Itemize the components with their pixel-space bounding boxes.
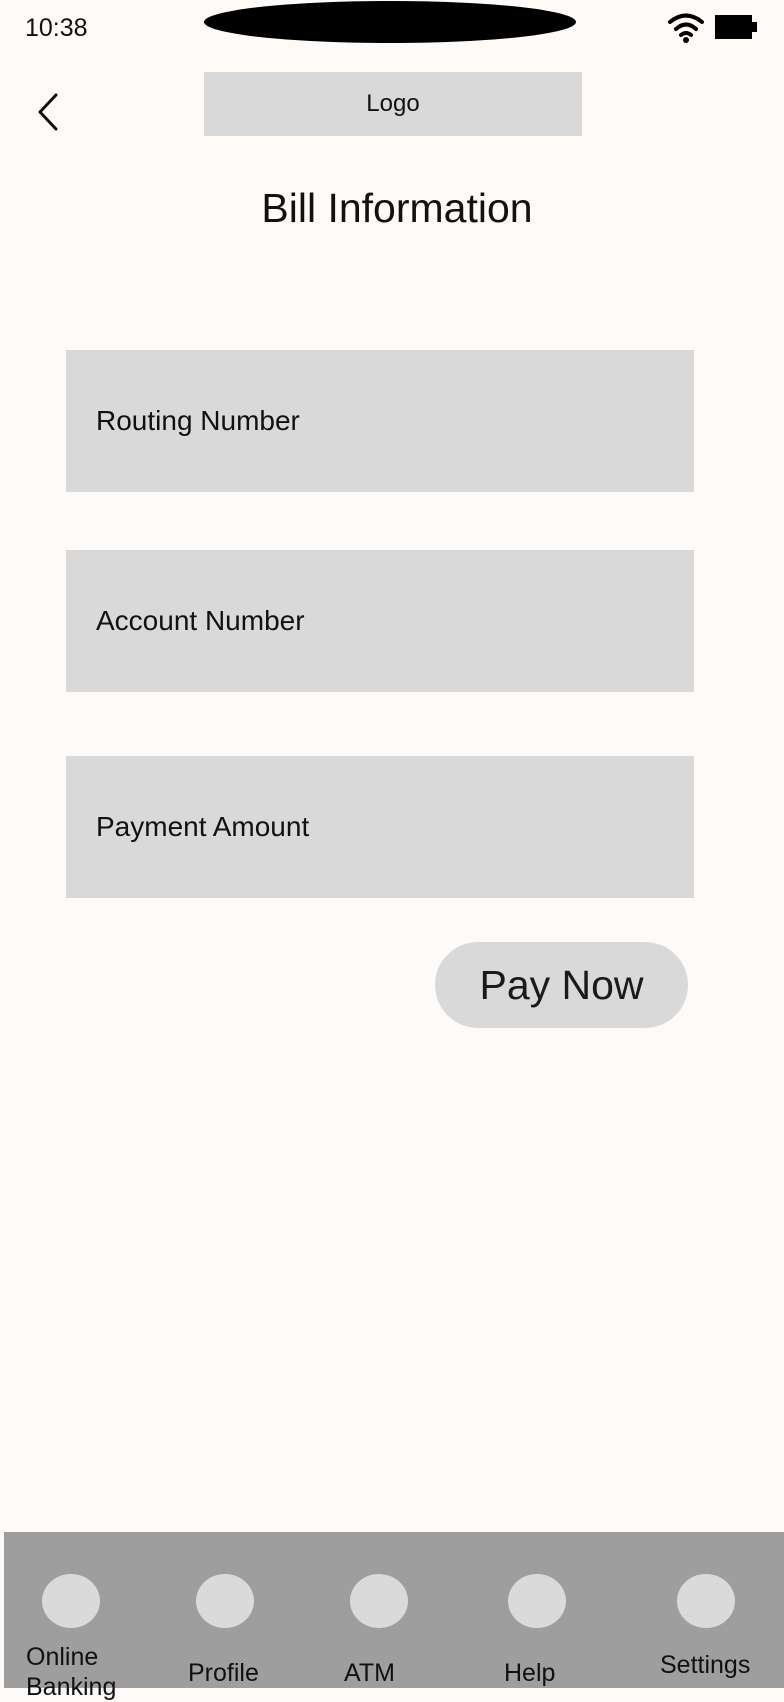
status-time: 10:38: [25, 14, 88, 42]
page-title: Bill Information: [261, 185, 533, 231]
nav-item-help[interactable]: Help: [496, 1532, 596, 1688]
nav-item-profile[interactable]: Profile: [184, 1532, 304, 1688]
wifi-icon: [668, 13, 704, 43]
atm-icon: [350, 1574, 408, 1628]
nav-item-atm[interactable]: ATM: [338, 1532, 438, 1688]
help-icon: [508, 1574, 566, 1628]
logo-placeholder: Logo: [204, 72, 582, 136]
nav-item-settings[interactable]: Settings: [656, 1532, 776, 1688]
profile-icon: [196, 1574, 254, 1628]
routing-number-input[interactable]: [66, 350, 694, 492]
settings-icon: [677, 1574, 735, 1628]
chevron-left-icon: [38, 93, 58, 131]
online-banking-icon: [42, 1574, 100, 1628]
nav-label-profile: Profile: [188, 1659, 259, 1687]
logo-label: Logo: [366, 90, 420, 117]
bottom-nav-bar: Online Banking Profile ATM Help Settings: [4, 1532, 784, 1701]
pay-now-button[interactable]: Pay Now: [435, 942, 688, 1028]
payment-amount-input[interactable]: [66, 756, 694, 898]
pay-now-label: Pay Now: [479, 961, 644, 1008]
back-button[interactable]: [28, 88, 68, 136]
account-number-input[interactable]: [66, 550, 694, 692]
battery-icon: [715, 15, 757, 39]
nav-label-online: Online: [26, 1643, 99, 1671]
nav-label-atm: ATM: [344, 1659, 395, 1687]
nav-label-help: Help: [504, 1659, 556, 1687]
nav-label-settings: Settings: [660, 1651, 751, 1679]
nav-item-online-banking[interactable]: Online Banking: [26, 1532, 146, 1701]
camera-notch: [204, 1, 576, 43]
nav-label-banking: Banking: [26, 1673, 117, 1701]
